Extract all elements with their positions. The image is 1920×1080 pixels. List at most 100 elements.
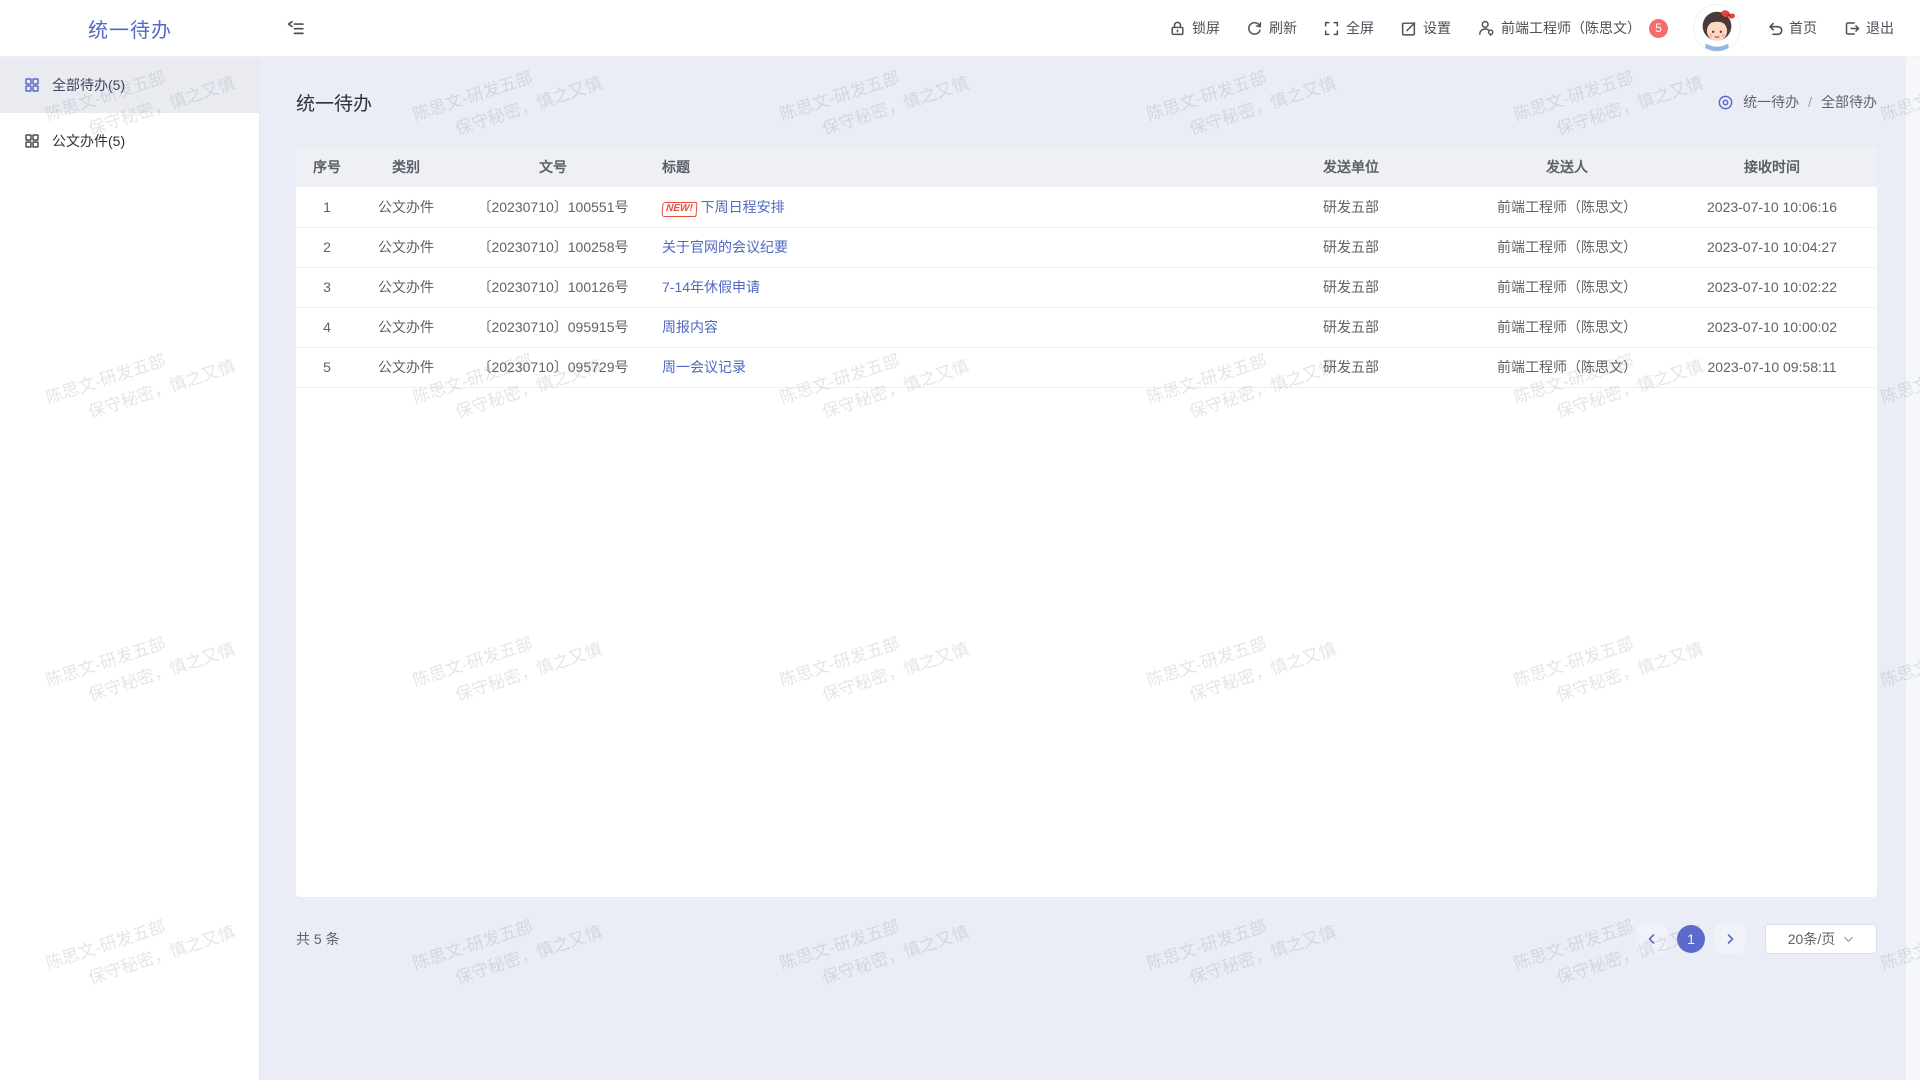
location-icon [1717,94,1734,111]
todo-table-card: 序号 类别 文号 标题 发送单位 发送人 接收时间 1公文办件〔20230710… [296,147,1877,897]
page-title: 统一待办 [296,89,372,116]
cell-sender: 前端工程师（陈思文） [1467,227,1667,267]
cell-unit: 研发五部 [1235,187,1467,227]
fullscreen-label: 全屏 [1346,18,1374,38]
fullscreen-icon [1323,20,1340,37]
logout-icon [1843,20,1860,37]
table-row: 5公文办件〔20230710〕095729号周一会议记录 研发五部前端工程师（陈思… [296,347,1877,387]
col-header-received: 接收时间 [1667,147,1877,187]
logout-label: 退出 [1866,18,1894,38]
cell-doc-no: 〔20230710〕095729号 [454,347,652,387]
refresh-button[interactable]: 刷新 [1246,18,1297,38]
page-size-select[interactable]: 20条/页 [1765,924,1877,954]
todo-table: 序号 类别 文号 标题 发送单位 发送人 接收时间 1公文办件〔20230710… [296,147,1877,388]
cell-category: 公文办件 [358,187,454,227]
pagination-page-1[interactable]: 1 [1677,925,1705,953]
lock-screen-button[interactable]: 锁屏 [1169,18,1220,38]
document-title-link[interactable]: 关于官网的会议纪要 [662,239,788,255]
pagination-prev-button[interactable] [1637,924,1667,954]
cell-received: 2023-07-10 10:02:22 [1667,267,1877,307]
settings-icon [1400,20,1417,37]
grid-icon [24,77,40,93]
logout-button[interactable]: 退出 [1843,18,1894,38]
cell-doc-no: 〔20230710〕100551号 [454,187,652,227]
top-bar: 统一待办 锁屏 [0,0,1920,57]
cell-title: 7-14年休假申请 [652,267,1235,307]
sidebar-item-label: 全部待办(5) [52,75,125,95]
lock-screen-label: 锁屏 [1192,18,1220,38]
breadcrumb-separator: / [1808,94,1812,110]
col-header-sender: 发送人 [1467,147,1667,187]
document-title-link[interactable]: 下周日程安排 [701,199,785,215]
breadcrumb: 统一待办 / 全部待办 [1717,92,1877,112]
grid-icon [24,133,40,149]
cell-title: NEW! 下周日程安排 [652,187,1235,227]
home-button[interactable]: 首页 [1766,18,1817,38]
table-body: 1公文办件〔20230710〕100551号NEW!下周日程安排研发五部前端工程… [296,187,1877,387]
chevron-right-icon [1724,933,1736,945]
cell-title: 周报内容 [652,307,1235,347]
user-icon [1477,19,1495,37]
pagination-next-button[interactable] [1715,924,1745,954]
col-header-category: 类别 [358,147,454,187]
table-header-row: 序号 类别 文号 标题 发送单位 发送人 接收时间 [296,147,1877,187]
cell-sender: 前端工程师（陈思文） [1467,187,1667,227]
cell-doc-no: 〔20230710〕100258号 [454,227,652,267]
cell-received: 2023-07-10 10:04:27 [1667,227,1877,267]
cell-sender: 前端工程师（陈思文） [1467,307,1667,347]
sidebar-item-all-todos[interactable]: 全部待办(5) [0,57,259,113]
col-header-doc-no: 文号 [454,147,652,187]
settings-label: 设置 [1423,18,1451,38]
cell-title: 关于官网的会议纪要 [652,227,1235,267]
breadcrumb-root[interactable]: 统一待办 [1743,92,1799,112]
col-header-unit: 发送单位 [1235,147,1467,187]
cell-no: 3 [296,267,358,307]
sidebar-item-official-docs[interactable]: 公文办件(5) [0,113,259,169]
cell-category: 公文办件 [358,227,454,267]
new-badge: NEW! [661,202,697,217]
lock-icon [1169,20,1186,37]
cell-received: 2023-07-10 10:00:02 [1667,307,1877,347]
cell-sender: 前端工程师（陈思文） [1467,267,1667,307]
document-title-link[interactable]: 7-14年休假申请 [662,279,760,295]
col-header-no: 序号 [296,147,358,187]
page-size-value: 20条/页 [1788,929,1835,949]
cell-no: 2 [296,227,358,267]
table-row: 3公文办件〔20230710〕100126号7-14年休假申请研发五部前端工程师… [296,267,1877,307]
app-logo: 统一待办 [0,14,260,43]
chevron-down-icon [1843,934,1854,945]
cell-title: 周一会议记录 [652,347,1235,387]
table-row: 4公文办件〔20230710〕095915号周报内容研发五部前端工程师（陈思文）… [296,307,1877,347]
refresh-label: 刷新 [1269,18,1297,38]
sidebar-item-label: 公文办件(5) [52,131,125,151]
cell-category: 公文办件 [358,267,454,307]
user-menu[interactable]: 前端工程师（陈思文） 5 [1477,18,1668,38]
settings-button[interactable]: 设置 [1400,18,1451,38]
cell-unit: 研发五部 [1235,307,1467,347]
user-name: 前端工程师（陈思文） [1501,18,1641,38]
table-row: 2公文办件〔20230710〕100258号关于官网的会议纪要 研发五部前端工程师… [296,227,1877,267]
cell-category: 公文办件 [358,347,454,387]
cell-unit: 研发五部 [1235,347,1467,387]
document-title-link[interactable]: 周一会议记录 [662,359,746,375]
sidebar: 全部待办(5) 公文办件(5) [0,57,260,1080]
chevron-left-icon [1646,933,1658,945]
scrollbar-track[interactable] [1906,57,1920,1080]
cell-received: 2023-07-10 09:58:11 [1667,347,1877,387]
document-title-link[interactable]: 周报内容 [662,319,718,335]
fullscreen-button[interactable]: 全屏 [1323,18,1374,38]
table-row: 1公文办件〔20230710〕100551号 NEW! 下周日程安排 研发五部前端工程… [296,187,1877,227]
fold-icon [286,19,305,38]
user-avatar[interactable] [1694,5,1740,51]
main-content: 统一待办 统一待办 / 全部待办 [260,57,1920,1080]
cell-doc-no: 〔20230710〕095915号 [454,307,652,347]
cell-received: 2023-07-10 10:06:16 [1667,187,1877,227]
sidebar-collapse-button[interactable] [282,15,308,41]
cell-no: 5 [296,347,358,387]
cell-unit: 研发五部 [1235,267,1467,307]
cell-unit: 研发五部 [1235,227,1467,267]
cell-no: 4 [296,307,358,347]
cell-no: 1 [296,187,358,227]
cell-sender: 前端工程师（陈思文） [1467,347,1667,387]
back-home-icon [1766,20,1783,37]
